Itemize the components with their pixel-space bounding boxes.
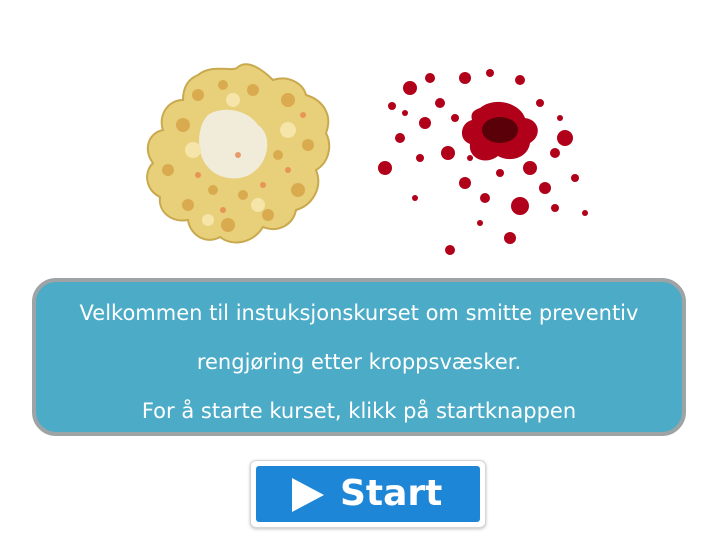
vomit-image [146,63,331,244]
start-button-face[interactable]: Start [256,466,480,522]
welcome-line-3: For å starte kurset, klikk på startknapp… [141,399,577,423]
play-icon [292,478,324,512]
blood-splatter-image [378,69,588,255]
start-button-label: Start [340,473,443,514]
start-button[interactable]: Start [250,460,486,528]
welcome-line-1: Velkommen til instuksjonskurset om smitt… [79,301,639,325]
welcome-message-box: Velkommen til instuksjonskurset om smitt… [32,278,686,436]
welcome-line-2: rengjøring etter kroppsvæsker. [196,350,522,374]
course-start-screen: Velkommen til instuksjonskurset om smitt… [0,0,720,540]
